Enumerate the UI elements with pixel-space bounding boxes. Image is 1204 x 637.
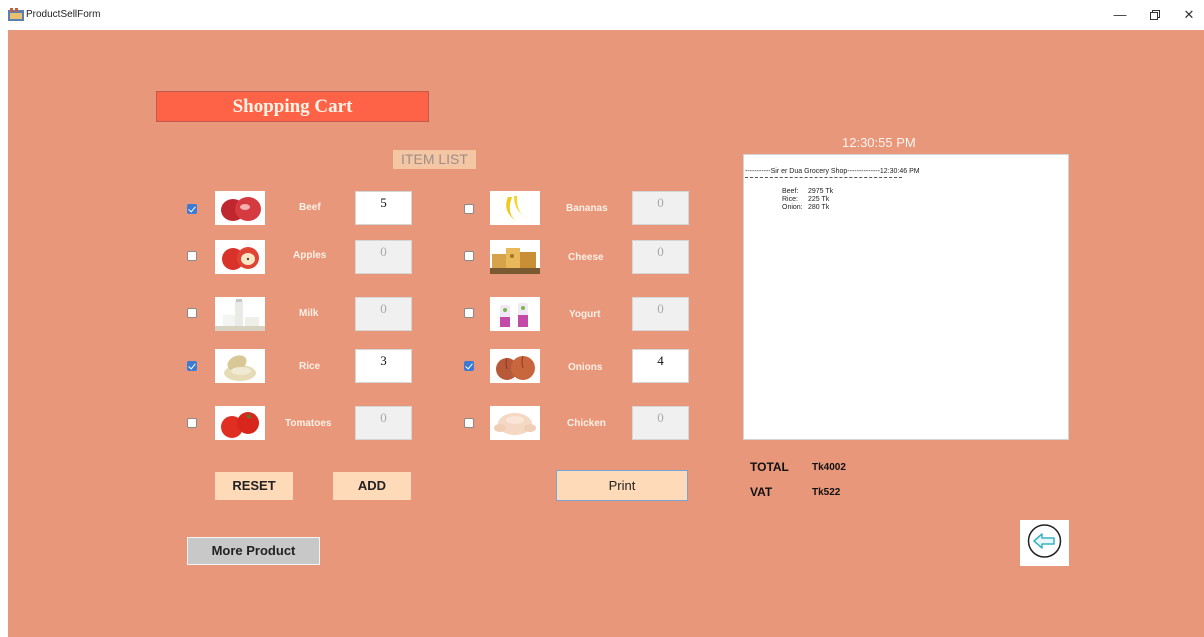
- receipt-divider: [745, 177, 902, 178]
- apples-checkbox[interactable]: [187, 251, 197, 261]
- milk-icon: [215, 297, 265, 331]
- yogurt-checkbox[interactable]: [464, 308, 474, 318]
- close-button[interactable]: ✕: [1174, 4, 1204, 26]
- chicken-label: Chicken: [567, 418, 606, 429]
- beef-checkbox[interactable]: [187, 204, 197, 214]
- receipt-line: Beef: 2975 Tk: [782, 188, 834, 195]
- apples-label: Apples: [293, 250, 327, 261]
- receipt-line: Rice: 225 Tk: [782, 196, 830, 203]
- more-product-button[interactable]: More Product: [187, 537, 320, 565]
- item-list-title: ITEM LIST: [393, 150, 476, 169]
- bananas-qty-input[interactable]: 0: [632, 191, 689, 225]
- receipt-line: Onion: 280 Tk: [782, 204, 830, 211]
- tomatoes-checkbox[interactable]: [187, 418, 197, 428]
- tomatoes-icon: [215, 406, 265, 440]
- apples-icon: [215, 240, 265, 274]
- back-arrow-icon: [1027, 524, 1062, 558]
- onions-label: Onions: [568, 362, 603, 373]
- reset-button[interactable]: RESET: [215, 472, 293, 500]
- window-title: ProductSellForm: [26, 9, 101, 20]
- chicken-icon: [490, 406, 540, 440]
- onions-checkbox[interactable]: [464, 361, 474, 371]
- rice-qty-input[interactable]: 3: [355, 349, 412, 383]
- vat-value: Tk522: [812, 487, 841, 498]
- beef-label: Beef: [299, 202, 321, 213]
- rice-icon: [215, 349, 265, 383]
- print-button[interactable]: Print: [556, 470, 688, 501]
- minimize-button[interactable]: —: [1105, 4, 1135, 26]
- onions-qty-input[interactable]: 4: [632, 349, 689, 383]
- chicken-qty-input[interactable]: 0: [632, 406, 689, 440]
- add-button[interactable]: ADD: [333, 472, 411, 500]
- total-value: Tk4002: [812, 462, 846, 473]
- milk-label: Milk: [299, 308, 319, 319]
- receipt-box[interactable]: -----------Sir er Dua Grocery Shop------…: [743, 154, 1069, 440]
- beef-icon: [215, 191, 265, 225]
- beef-qty-input[interactable]: 5: [355, 191, 412, 225]
- tomatoes-qty-input[interactable]: 0: [355, 406, 412, 440]
- yogurt-label: Yogurt: [569, 309, 601, 320]
- yogurt-qty-input[interactable]: 0: [632, 297, 689, 331]
- rice-checkbox[interactable]: [187, 361, 197, 371]
- cheese-checkbox[interactable]: [464, 251, 474, 261]
- back-button[interactable]: [1020, 520, 1069, 566]
- onions-icon: [490, 349, 540, 383]
- cheese-qty-input[interactable]: 0: [632, 240, 689, 274]
- apples-qty-input[interactable]: 0: [355, 240, 412, 274]
- vat-label: VAT: [750, 485, 773, 499]
- bananas-icon: [490, 191, 540, 225]
- bananas-checkbox[interactable]: [464, 204, 474, 214]
- page-title: Shopping Cart: [156, 91, 429, 122]
- milk-checkbox[interactable]: [187, 308, 197, 318]
- clock-label: 12:30:55 PM: [842, 135, 916, 150]
- cheese-label: Cheese: [568, 252, 604, 263]
- receipt-header: -----------Sir er Dua Grocery Shop------…: [745, 168, 920, 175]
- restore-button[interactable]: [1140, 4, 1170, 26]
- yogurt-icon: [490, 297, 540, 331]
- tomatoes-label: Tomatoes: [285, 418, 332, 429]
- rice-label: Rice: [299, 361, 321, 372]
- milk-qty-input[interactable]: 0: [355, 297, 412, 331]
- total-label: TOTAL: [750, 460, 789, 474]
- title-bar: ProductSellForm — ✕: [0, 0, 1204, 30]
- chicken-checkbox[interactable]: [464, 418, 474, 428]
- cheese-icon: [490, 240, 540, 274]
- bananas-label: Bananas: [566, 203, 608, 214]
- app-icon: [8, 8, 24, 21]
